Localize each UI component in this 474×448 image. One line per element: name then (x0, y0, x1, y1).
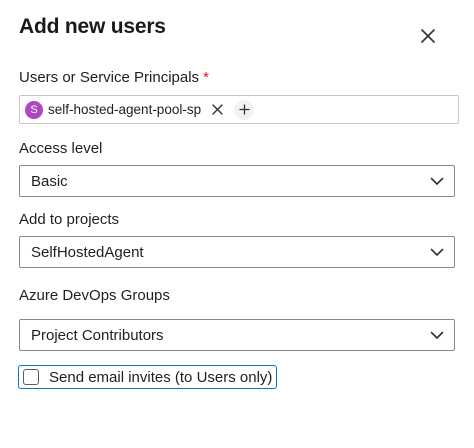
avatar: S (25, 100, 43, 119)
groups-value: Project Contributors (31, 326, 164, 344)
user-chip: S self-hosted-agent-pool-sp (25, 99, 224, 121)
groups-label: Azure DevOps Groups (19, 287, 170, 304)
projects-label: Add to projects (19, 211, 120, 228)
user-chip-name: self-hosted-agent-pool-sp (48, 102, 202, 117)
users-field-label: Users or Service Principals * (19, 69, 209, 86)
remove-user-button[interactable] (210, 103, 224, 117)
chevron-down-icon (430, 248, 444, 256)
users-field-label-text: Users or Service Principals (19, 69, 200, 86)
plus-icon (238, 104, 250, 115)
required-marker: * (203, 69, 209, 86)
access-level-dropdown[interactable]: Basic (19, 165, 455, 197)
close-button[interactable] (414, 22, 442, 50)
projects-value: SelfHostedAgent (31, 243, 144, 261)
close-icon (211, 104, 223, 115)
dialog-title: Add new users (19, 15, 166, 38)
add-users-dialog: Add new users Users or Service Principal… (0, 0, 474, 448)
access-level-label: Access level (19, 140, 103, 157)
projects-dropdown[interactable]: SelfHostedAgent (19, 236, 455, 268)
checkbox-box[interactable] (23, 369, 39, 385)
email-invites-checkbox[interactable]: Send email invites (to Users only) (18, 365, 278, 389)
groups-dropdown[interactable]: Project Contributors (19, 319, 455, 351)
add-user-button[interactable] (234, 99, 255, 120)
email-invites-label: Send email invites (to Users only) (49, 368, 273, 386)
access-level-value: Basic (31, 172, 68, 190)
users-picker[interactable]: S self-hosted-agent-pool-sp (19, 95, 459, 124)
chevron-down-icon (430, 177, 444, 185)
chevron-down-icon (430, 331, 444, 339)
close-icon (421, 29, 435, 43)
